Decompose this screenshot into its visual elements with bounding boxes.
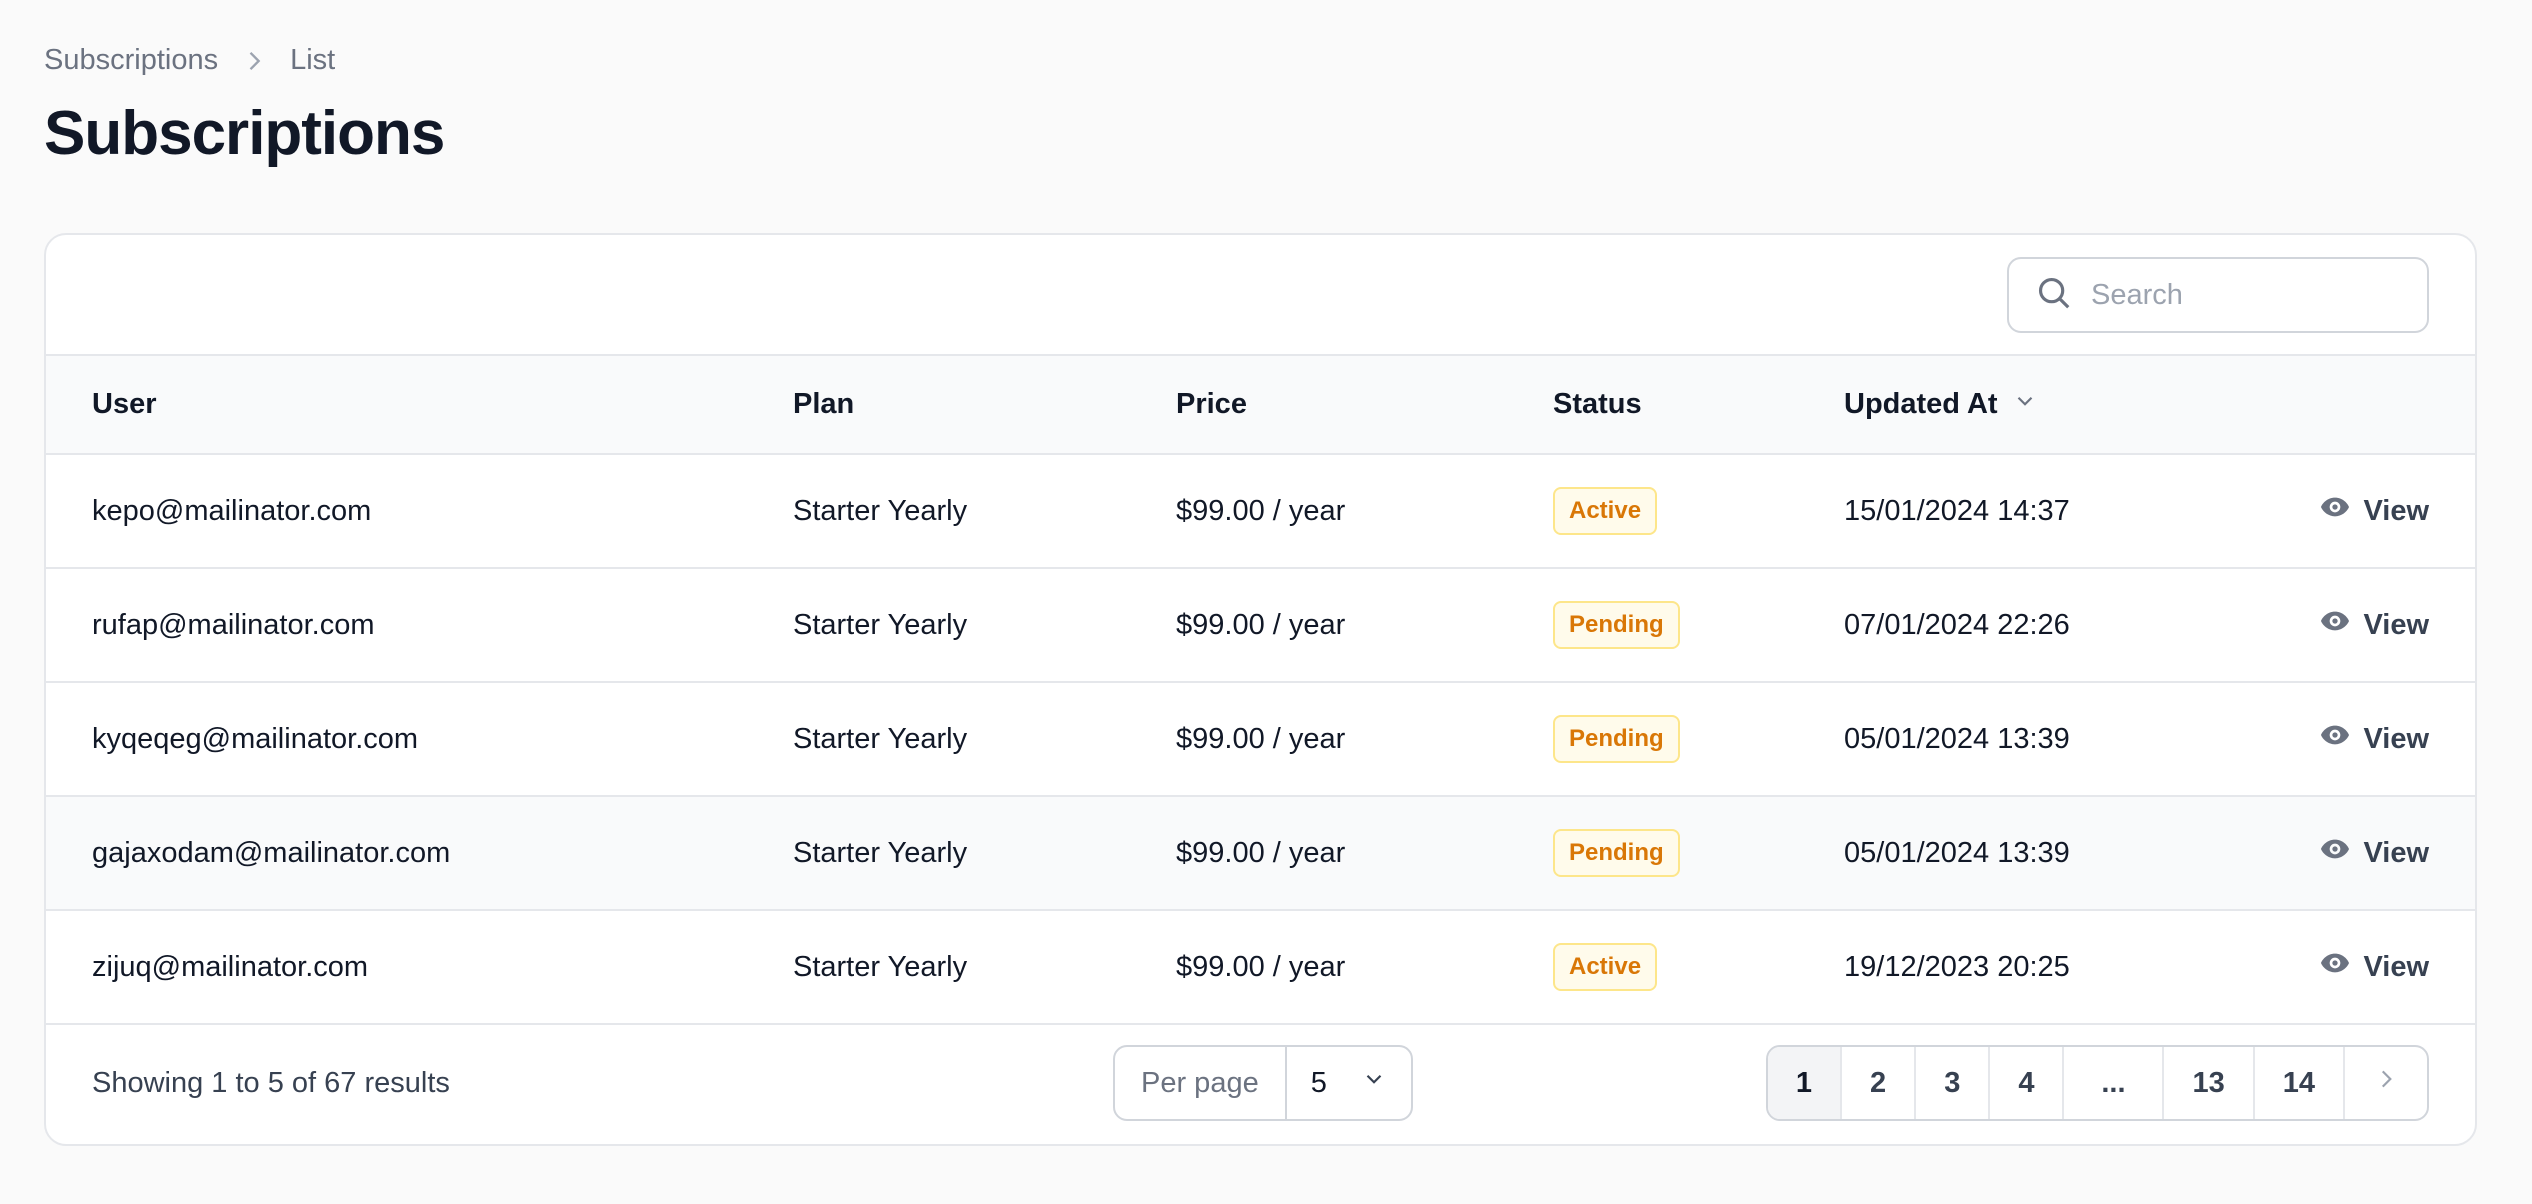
page-button-1[interactable]: 1 bbox=[1767, 1047, 1843, 1119]
view-button[interactable]: View bbox=[2319, 719, 2429, 759]
view-label: View bbox=[2363, 608, 2429, 641]
view-label: View bbox=[2363, 722, 2429, 755]
chevron-right-icon bbox=[240, 47, 268, 75]
subscriptions-table-card: User Plan Price Status Updated At kepo@m… bbox=[44, 233, 2477, 1146]
page-button-2[interactable]: 2 bbox=[1842, 1047, 1917, 1119]
table-header-row: User Plan Price Status Updated At bbox=[46, 356, 2475, 454]
subscriptions-table: User Plan Price Status Updated At kepo@m… bbox=[46, 356, 2475, 1025]
search-icon bbox=[2035, 274, 2073, 317]
table-row[interactable]: rufap@mailinator.com Starter Yearly $99.… bbox=[46, 568, 2475, 682]
cell-updated-at: 15/01/2024 14:37 bbox=[1844, 494, 2070, 527]
cell-updated-at: 19/12/2023 20:25 bbox=[1844, 950, 2070, 983]
status-badge: Pending bbox=[1553, 715, 1680, 763]
cell-updated-at: 07/01/2024 22:26 bbox=[1844, 608, 2070, 641]
table-row[interactable]: kepo@mailinator.com Starter Yearly $99.0… bbox=[46, 454, 2475, 568]
eye-icon bbox=[2319, 605, 2351, 645]
page-title: Subscriptions bbox=[44, 99, 445, 168]
cell-plan: Starter Yearly bbox=[793, 494, 968, 527]
cell-user: kepo@mailinator.com bbox=[92, 494, 372, 527]
view-button[interactable]: View bbox=[2319, 833, 2429, 873]
per-page-label: Per page bbox=[1115, 1047, 1287, 1119]
search-input[interactable] bbox=[2091, 278, 2391, 312]
status-badge: Pending bbox=[1553, 601, 1680, 649]
cell-price: $99.00 / year bbox=[1176, 836, 1346, 869]
table-row[interactable]: kyqeqeg@mailinator.com Starter Yearly $9… bbox=[46, 682, 2475, 796]
pagination: 1 2 3 4 ... 13 14 bbox=[1765, 1045, 2429, 1121]
view-label: View bbox=[2363, 494, 2429, 527]
view-label: View bbox=[2363, 950, 2429, 983]
table-row[interactable]: gajaxodam@mailinator.com Starter Yearly … bbox=[46, 796, 2475, 910]
cell-price: $99.00 / year bbox=[1176, 722, 1346, 755]
column-header-user[interactable]: User bbox=[46, 356, 793, 454]
page-ellipsis: ... bbox=[2064, 1047, 2165, 1119]
cell-user: gajaxodam@mailinator.com bbox=[92, 836, 451, 869]
page-button-14[interactable]: 14 bbox=[2255, 1047, 2345, 1119]
cell-plan: Starter Yearly bbox=[793, 722, 968, 755]
cell-plan: Starter Yearly bbox=[793, 836, 968, 869]
page-button-4[interactable]: 4 bbox=[1990, 1047, 2065, 1119]
cell-updated-at: 05/01/2024 13:39 bbox=[1844, 722, 2070, 755]
view-button[interactable]: View bbox=[2319, 605, 2429, 645]
results-summary: Showing 1 to 5 of 67 results bbox=[92, 1067, 450, 1099]
search-box[interactable] bbox=[2007, 257, 2429, 333]
column-header-status[interactable]: Status bbox=[1553, 356, 1844, 454]
next-page-button[interactable] bbox=[2345, 1047, 2427, 1119]
status-badge: Active bbox=[1553, 943, 1658, 991]
cell-updated-at: 05/01/2024 13:39 bbox=[1844, 836, 2070, 869]
view-label: View bbox=[2363, 836, 2429, 869]
eye-icon bbox=[2319, 719, 2351, 759]
breadcrumb: Subscriptions List bbox=[44, 44, 335, 77]
per-page-select[interactable]: Per page 5 bbox=[1113, 1045, 1413, 1121]
cell-price: $99.00 / year bbox=[1176, 494, 1346, 527]
column-header-price[interactable]: Price bbox=[1176, 356, 1553, 454]
view-button[interactable]: View bbox=[2319, 491, 2429, 531]
eye-icon bbox=[2319, 491, 2351, 531]
breadcrumb-parent[interactable]: Subscriptions bbox=[44, 44, 218, 77]
breadcrumb-current: List bbox=[290, 44, 336, 76]
eye-icon bbox=[2319, 947, 2351, 987]
view-button[interactable]: View bbox=[2319, 947, 2429, 987]
cell-user: rufap@mailinator.com bbox=[92, 608, 375, 641]
cell-user: zijuq@mailinator.com bbox=[92, 950, 369, 983]
chevron-down-icon[interactable] bbox=[2012, 388, 2038, 422]
cell-price: $99.00 / year bbox=[1176, 608, 1346, 641]
per-page-dropdown[interactable]: 5 bbox=[1287, 1047, 1411, 1119]
table-footer: Showing 1 to 5 of 67 results Per page 5 … bbox=[46, 1023, 2475, 1144]
cell-user: kyqeqeg@mailinator.com bbox=[92, 722, 419, 755]
cell-plan: Starter Yearly bbox=[793, 950, 968, 983]
page-button-3[interactable]: 3 bbox=[1916, 1047, 1991, 1119]
eye-icon bbox=[2319, 833, 2351, 873]
per-page-value: 5 bbox=[1310, 1066, 1327, 1099]
status-badge: Active bbox=[1553, 487, 1658, 535]
status-badge: Pending bbox=[1553, 829, 1680, 877]
chevron-down-icon bbox=[1361, 1066, 1387, 1100]
cell-price: $99.00 / year bbox=[1176, 950, 1346, 983]
table-row[interactable]: zijuq@mailinator.com Starter Yearly $99.… bbox=[46, 910, 2475, 1024]
column-header-actions bbox=[2244, 356, 2475, 454]
chevron-right-icon bbox=[2373, 1066, 2399, 1100]
column-header-updated-at[interactable]: Updated At bbox=[1844, 356, 2244, 454]
cell-plan: Starter Yearly bbox=[793, 608, 968, 641]
page-button-13[interactable]: 13 bbox=[2164, 1047, 2255, 1119]
column-header-plan[interactable]: Plan bbox=[793, 356, 1176, 454]
table-toolbar bbox=[46, 235, 2475, 356]
